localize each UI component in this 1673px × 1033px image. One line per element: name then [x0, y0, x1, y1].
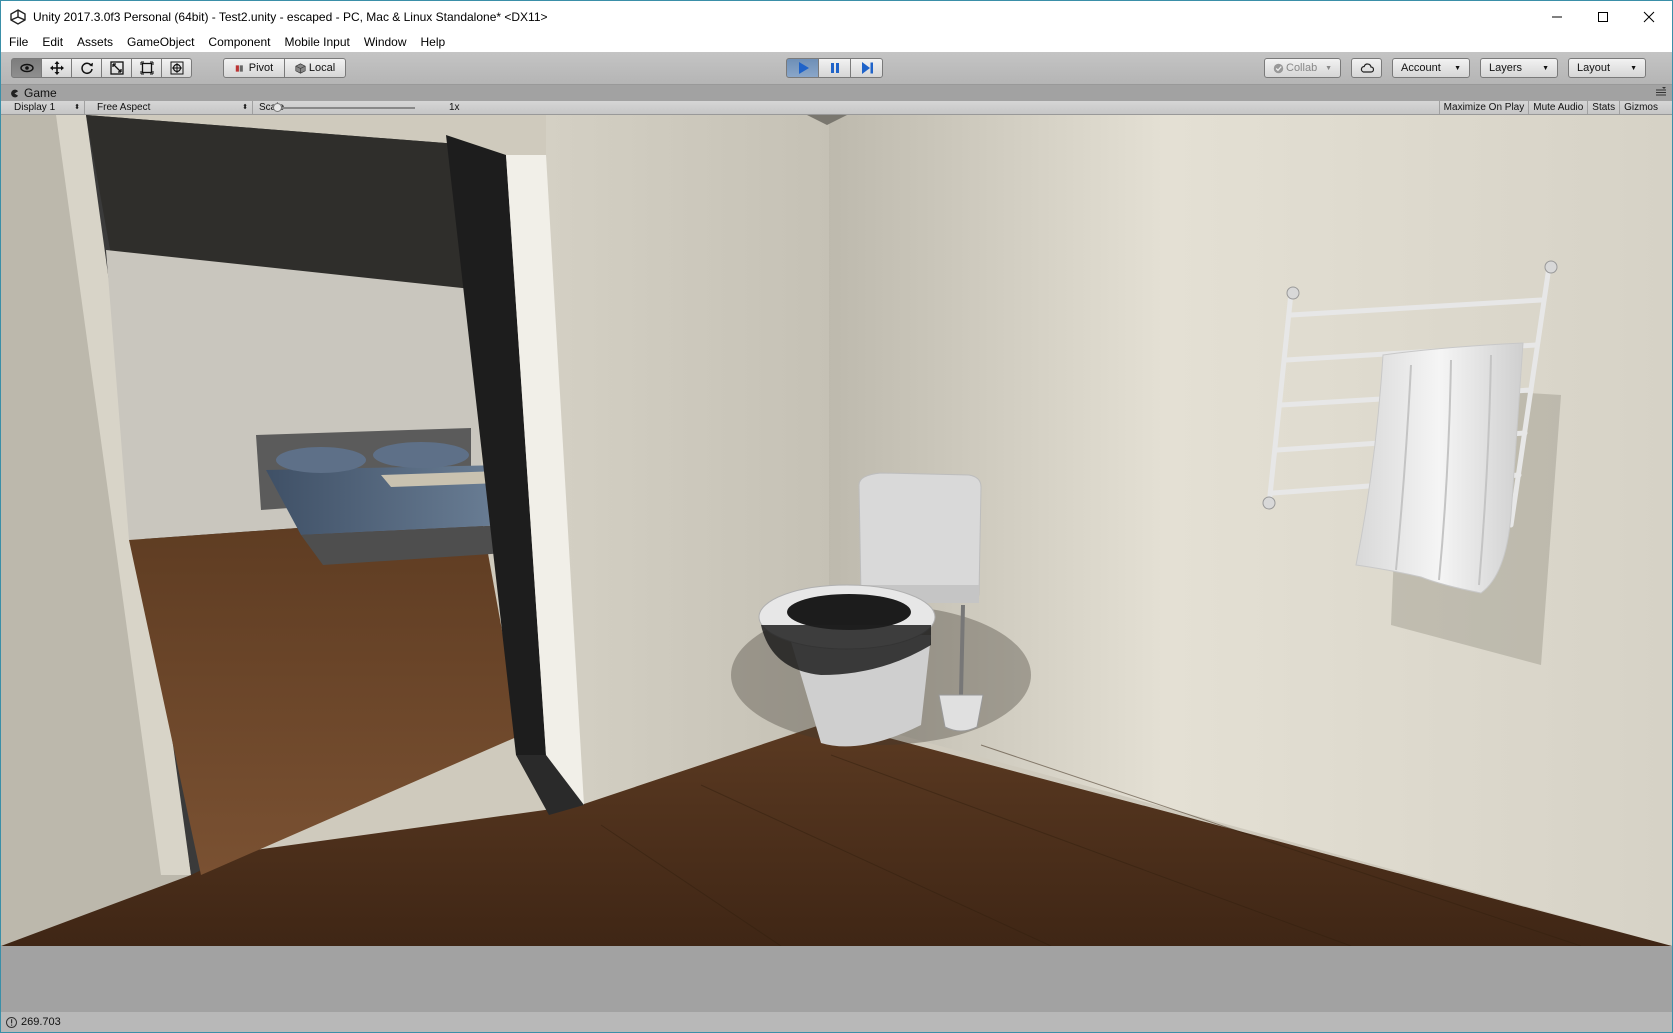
aspect-dropdown[interactable]: Free Aspect ⬍ — [93, 101, 253, 114]
menu-edit[interactable]: Edit — [35, 35, 70, 49]
game-view-options: Maximize On Play Mute Audio Stats Gizmos — [1438, 101, 1672, 114]
gizmos-button[interactable]: Gizmos — [1619, 101, 1672, 114]
play-controls — [786, 58, 883, 78]
transform-tool-button[interactable] — [161, 58, 192, 78]
combined-transform-icon — [170, 61, 183, 75]
tab-game[interactable]: Game — [5, 85, 65, 101]
display-dropdown[interactable]: Display 1 ⬍ — [10, 101, 85, 114]
main-toolbar: Pivot Local Collab ▼ Account ▼ Layers ▼ … — [1, 52, 1672, 85]
scale-slider-track[interactable] — [278, 107, 415, 109]
aspect-value: Free Aspect — [97, 102, 151, 113]
account-label: Account — [1401, 62, 1441, 74]
pivot-icon — [235, 64, 243, 72]
scale-value: 1x — [449, 102, 460, 113]
hand-tool-button[interactable] — [11, 58, 42, 78]
menu-assets[interactable]: Assets — [70, 35, 120, 49]
rect-tool-button[interactable] — [131, 58, 162, 78]
menu-gameobject[interactable]: GameObject — [120, 35, 201, 49]
layers-label: Layers — [1489, 62, 1523, 74]
move-tool-button[interactable] — [41, 58, 72, 78]
layers-dropdown[interactable]: Layers ▼ — [1480, 58, 1558, 78]
menu-component[interactable]: Component — [201, 35, 277, 49]
layout-label: Layout — [1577, 62, 1611, 74]
check-icon — [1273, 63, 1284, 73]
cloud-icon — [1360, 63, 1374, 73]
menu-help[interactable]: Help — [414, 35, 453, 49]
minimize-button[interactable] — [1534, 1, 1580, 32]
scale-tool-button[interactable] — [101, 58, 132, 78]
menu-mobile-input[interactable]: Mobile Input — [277, 35, 356, 49]
layout-caret-icon: ▼ — [1630, 64, 1637, 72]
pivot-button[interactable]: Pivot — [223, 58, 285, 78]
right-toolbar: Collab ▼ Account ▼ Layers ▼ Layout ▼ — [1264, 58, 1646, 78]
window-title: Unity 2017.3.0f3 Personal (64bit) - Test… — [33, 9, 548, 24]
unity-logo-icon — [10, 8, 26, 25]
transform-tools — [11, 58, 192, 78]
pause-button[interactable] — [818, 58, 851, 78]
pivot-toggles: Pivot Local — [223, 58, 346, 78]
aspect-caret-icon: ⬍ — [242, 104, 248, 111]
close-icon — [1643, 11, 1655, 22]
rendered-scene — [1, 115, 1672, 946]
layout-dropdown[interactable]: Layout ▼ — [1568, 58, 1646, 78]
scale-slider-handle[interactable] — [273, 103, 282, 112]
status-message: 269.703 — [21, 1016, 61, 1028]
tab-game-label: Game — [24, 86, 57, 100]
local-label: Local — [308, 62, 336, 74]
cloud-button[interactable] — [1351, 58, 1382, 78]
maximize-on-play-button[interactable]: Maximize On Play — [1438, 101, 1529, 114]
local-button[interactable]: Local — [284, 58, 346, 78]
stats-button[interactable]: Stats — [1587, 101, 1619, 114]
unity-editor-window: Unity 2017.3.0f3 Personal (64bit) - Test… — [0, 0, 1673, 1033]
account-caret-icon: ▼ — [1454, 64, 1461, 72]
menu-bar: File Edit Assets GameObject Component Mo… — [1, 32, 1672, 52]
collab-caret-icon: ▼ — [1325, 64, 1332, 72]
collab-label: Collab — [1286, 62, 1318, 74]
pivot-label: Pivot — [248, 62, 274, 74]
menu-file[interactable]: File — [1, 35, 35, 49]
step-button[interactable] — [850, 58, 883, 78]
play-button[interactable] — [786, 58, 819, 78]
collab-dropdown[interactable]: Collab ▼ — [1264, 58, 1341, 78]
move-arrows-icon — [49, 61, 64, 75]
pause-icon — [830, 63, 839, 73]
mute-audio-button[interactable]: Mute Audio — [1528, 101, 1587, 114]
maximize-button[interactable] — [1580, 1, 1626, 32]
rotate-tool-button[interactable] — [71, 58, 102, 78]
title-bar: Unity 2017.3.0f3 Personal (64bit) - Test… — [1, 1, 1672, 32]
maximize-icon — [1598, 11, 1608, 22]
local-cube-icon — [295, 62, 306, 74]
rotate-icon — [80, 62, 93, 75]
step-icon — [861, 62, 873, 74]
display-value: Display 1 — [14, 102, 56, 113]
play-icon — [798, 62, 809, 74]
account-dropdown[interactable]: Account ▼ — [1392, 58, 1470, 78]
layers-caret-icon: ▼ — [1542, 64, 1549, 72]
game-control-bar: Display 1 ⬍ Free Aspect ⬍ Scale 1x Maxim… — [1, 101, 1672, 115]
close-button[interactable] — [1626, 1, 1672, 32]
scale-icon — [109, 61, 124, 75]
status-bar: 269.703 — [1, 1012, 1672, 1032]
panel-menu-icon[interactable] — [1656, 87, 1666, 97]
rect-transform-icon — [140, 61, 153, 75]
info-icon — [6, 1016, 17, 1028]
pacman-icon — [11, 89, 19, 97]
eye-icon — [19, 63, 34, 73]
menu-window[interactable]: Window — [357, 35, 414, 49]
display-caret-icon: ⬍ — [74, 104, 80, 111]
game-viewport[interactable] — [1, 115, 1672, 946]
game-tab-row: Game — [1, 85, 1672, 101]
minimize-icon — [1552, 16, 1562, 17]
